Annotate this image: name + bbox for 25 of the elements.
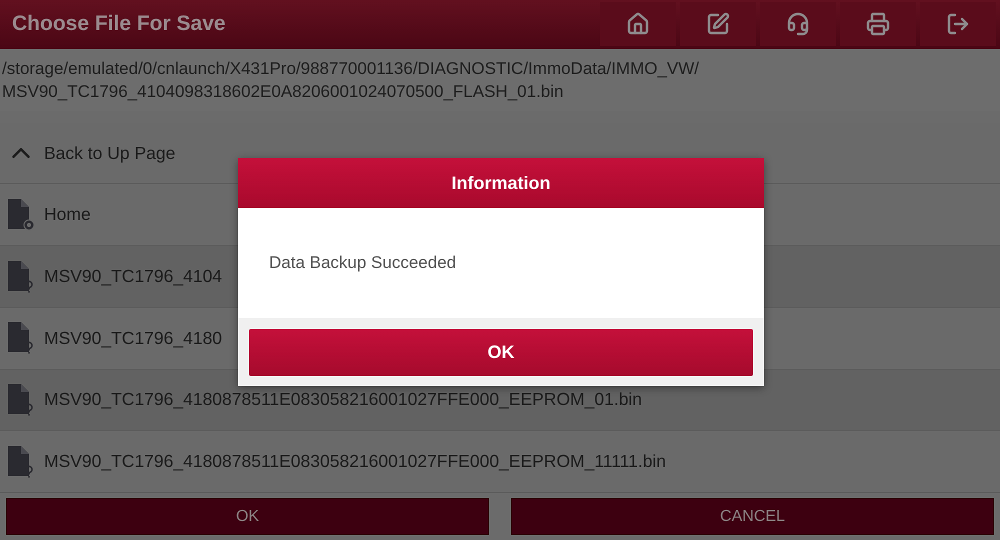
- back-link[interactable]: Back to Up Page: [44, 142, 176, 164]
- file-name: MSV90_TC1796_4180878511E083058216001027FFE000_EEPROM_11111.bin: [44, 451, 666, 472]
- edit-icon: [706, 12, 730, 36]
- headset-icon: [786, 12, 810, 36]
- dialog-message: Data Backup Succeeded: [269, 253, 456, 273]
- exit-button[interactable]: [920, 2, 996, 46]
- print-button[interactable]: [840, 2, 916, 46]
- file-name: MSV90_TC1796_4180: [44, 328, 222, 349]
- support-button[interactable]: [760, 2, 836, 46]
- file-path: MSV90_TC1796_4104098318602E0A8206001024070500_FLASH_01.bin: [2, 80, 564, 103]
- printer-icon: [866, 12, 890, 36]
- screen-title: Choose File For Save: [12, 12, 227, 36]
- file-name: MSV90_TC1796_4180878511E083058216001027FFE000_EEPROM_01.bin: [44, 389, 642, 410]
- cancel-button[interactable]: CANCEL: [511, 498, 994, 536]
- file-path: /storage/emulated/0/cnlaunch/X431Pro/988770001136/DIAGNOSTIC/ImmoData/IMMO_VW/: [2, 58, 700, 80]
- exit-icon: [946, 12, 970, 36]
- home-icon: [626, 12, 650, 36]
- dialog-title: Information: [452, 172, 550, 194]
- ok-button[interactable]: OK: [6, 498, 489, 536]
- home-button[interactable]: [600, 2, 676, 46]
- dialog-ok-button[interactable]: OK: [249, 328, 753, 376]
- file-name: MSV90_TC1796_4104: [44, 266, 222, 288]
- file-gear-icon: [6, 198, 36, 232]
- edit-button[interactable]: [680, 2, 756, 46]
- file-name: Home: [44, 204, 91, 226]
